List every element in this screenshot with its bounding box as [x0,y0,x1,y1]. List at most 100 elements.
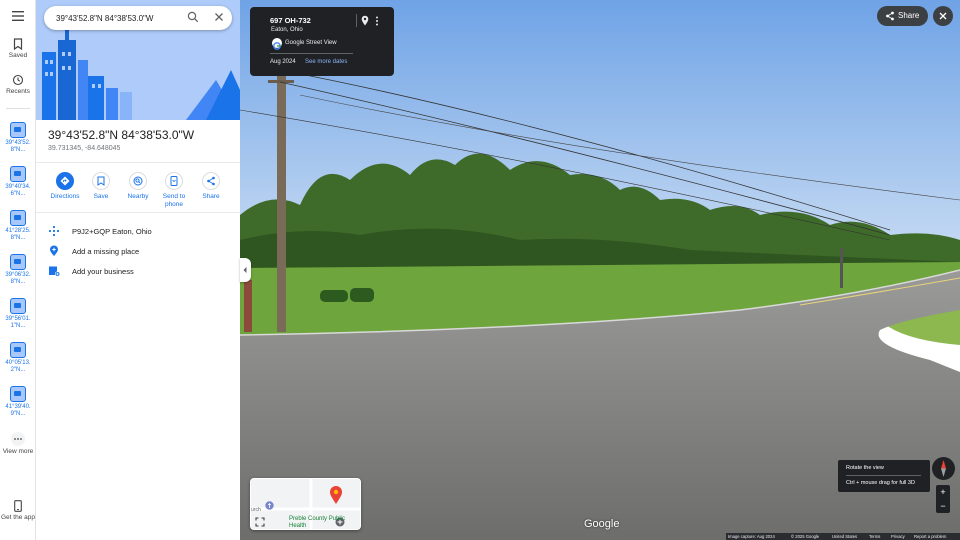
recents-label: Recents [6,88,30,95]
recent-item-label: 39°56'01.1"N... [5,316,31,329]
recent-item-label: 41°28'25.8"N... [5,228,31,241]
search-box [44,6,232,30]
bookmark-icon [97,176,105,186]
recent-item[interactable]: 39°40'34.6"N... [2,166,34,198]
place-panel: 39°43'52.8"N 84°38'53.0"W 39.731345, -84… [36,0,240,540]
plus-code-icon [48,225,60,237]
hamburger-menu-icon [12,11,24,21]
street-view-info-card: 697 OH-732 Eaton, Ohio Google Street Vie… [250,7,394,76]
phone-icon [14,500,22,512]
street-city: Eaton, Ohio [271,27,303,33]
report-problem-link[interactable]: Report a problem [914,534,946,539]
recent-item-label: 39°43'52.8"N... [5,140,31,153]
add-place-row[interactable]: Add a missing place [48,245,238,259]
saved-button[interactable]: Saved [0,38,36,60]
more-vertical-icon[interactable] [375,16,379,26]
recent-item[interactable]: 41°39'40.9"N... [2,386,34,418]
street-view-source[interactable]: Google Street View [285,40,337,46]
tooltip-hint: Ctrl + mouse drag for full 3D [846,480,915,486]
more-horizontal-icon [11,432,25,446]
mini-map-church-label: urch [251,507,261,513]
fullscreen-icon[interactable] [255,517,265,527]
close-icon[interactable] [213,11,225,23]
history-icon [12,74,24,86]
close-icon [939,12,947,20]
directions-button[interactable]: Directions [47,172,83,201]
view-more-label: View more [2,448,34,455]
street-view-share-button[interactable]: Share [877,6,928,26]
tooltip-divider [846,475,921,476]
chevron-left-icon [243,267,247,273]
save-label: Save [93,193,109,200]
street-view-canvas[interactable] [240,0,960,540]
add-location-icon [50,245,58,256]
maps-app: Saved Recents 39°43'52.8"N... 39°40'34.6… [0,0,960,540]
left-rail: Saved Recents 39°43'52.8"N... 39°40'34.6… [0,0,36,540]
recent-item[interactable]: 39°06'32.8"N... [2,254,34,286]
pegman-marker-icon [330,486,342,504]
recent-item[interactable]: 40°05'13.2"N... [2,342,34,374]
recent-item-label: 40°05'13.2"N... [5,360,31,373]
send-to-phone-label: Send to phone [162,193,186,208]
card-divider [270,53,353,54]
recent-thumbnail [10,166,26,182]
compass-control[interactable] [932,457,955,480]
get-app-button[interactable]: Get the app [0,500,36,522]
send-to-phone-button[interactable]: Send to phone [156,172,192,209]
close-street-view-button[interactable] [933,6,953,26]
copyright-text: © 2025 Google [791,534,820,539]
nearby-button[interactable]: Nearby [120,172,156,201]
search-icon[interactable] [187,11,199,23]
street-address: 697 OH-732 [270,16,311,25]
directions-icon [60,176,70,186]
add-business-row[interactable]: Add your business [48,265,238,279]
zoom-control: + − [936,485,950,513]
country-link[interactable]: United States [832,534,857,539]
image-capture-text: Image capture: Aug 2024 [728,534,775,539]
plus-code-row[interactable]: P9J2+GQP Eaton, Ohio [48,225,238,239]
search-input[interactable] [56,11,176,25]
menu-button[interactable] [0,11,36,23]
save-button[interactable]: Save [83,172,119,201]
zoom-out-button[interactable]: − [936,499,950,513]
mini-map-place-label: Preble County Public Health [289,516,346,529]
recent-item[interactable]: 39°56'01.1"N... [2,298,34,330]
recent-thumbnail [10,342,26,358]
zoom-in-button[interactable]: + [936,485,950,499]
tooltip-title: Rotate the view [846,465,884,471]
panel-divider [36,162,240,163]
share-icon [886,11,894,21]
terms-link[interactable]: Terms [869,534,880,539]
privacy-link[interactable]: Privacy [891,534,905,539]
rotate-tooltip: Rotate the view Ctrl + mouse drag for fu… [838,460,930,492]
attribution-bar: Image capture: Aug 2024 © 2025 Google Un… [726,533,960,540]
share-label: Share [202,193,220,200]
see-more-dates-link[interactable]: See more dates [305,59,347,65]
collapse-panel-button[interactable] [240,258,251,282]
rail-divider [6,108,30,109]
compass-icon [941,460,946,477]
recent-item[interactable]: 39°43'52.8"N... [2,122,34,154]
mini-map[interactable]: urch Preble County Public Health [250,478,361,530]
recents-button[interactable]: Recents [0,74,36,96]
directions-label: Directions [50,193,80,200]
recent-item[interactable]: 41°28'25.8"N... [2,210,34,242]
action-bar: Directions Save Nearby Send to phone Sha… [36,172,240,212]
get-app-label: Get the app [1,514,35,521]
recent-item-label: 39°06'32.8"N... [5,272,31,285]
recent-thumbnail [10,298,26,314]
nearby-icon [133,176,143,186]
nearby-label: Nearby [127,193,149,200]
panel-divider [36,212,240,213]
place-hero-image[interactable] [36,0,240,120]
capture-date: Aug 2024 [270,59,296,65]
card-separator [356,14,357,27]
share-button[interactable]: Share [193,172,229,201]
place-title: 39°43'52.8"N 84°38'53.0"W [48,128,195,142]
plus-code-text: P9J2+GQP Eaton, Ohio [72,227,152,236]
add-business-text: Add your business [72,267,134,276]
location-pin-icon[interactable] [361,15,369,26]
recent-thumbnail [10,210,26,226]
recent-item-label: 39°40'34.6"N... [5,184,31,197]
view-more-button[interactable]: View more [0,432,36,456]
